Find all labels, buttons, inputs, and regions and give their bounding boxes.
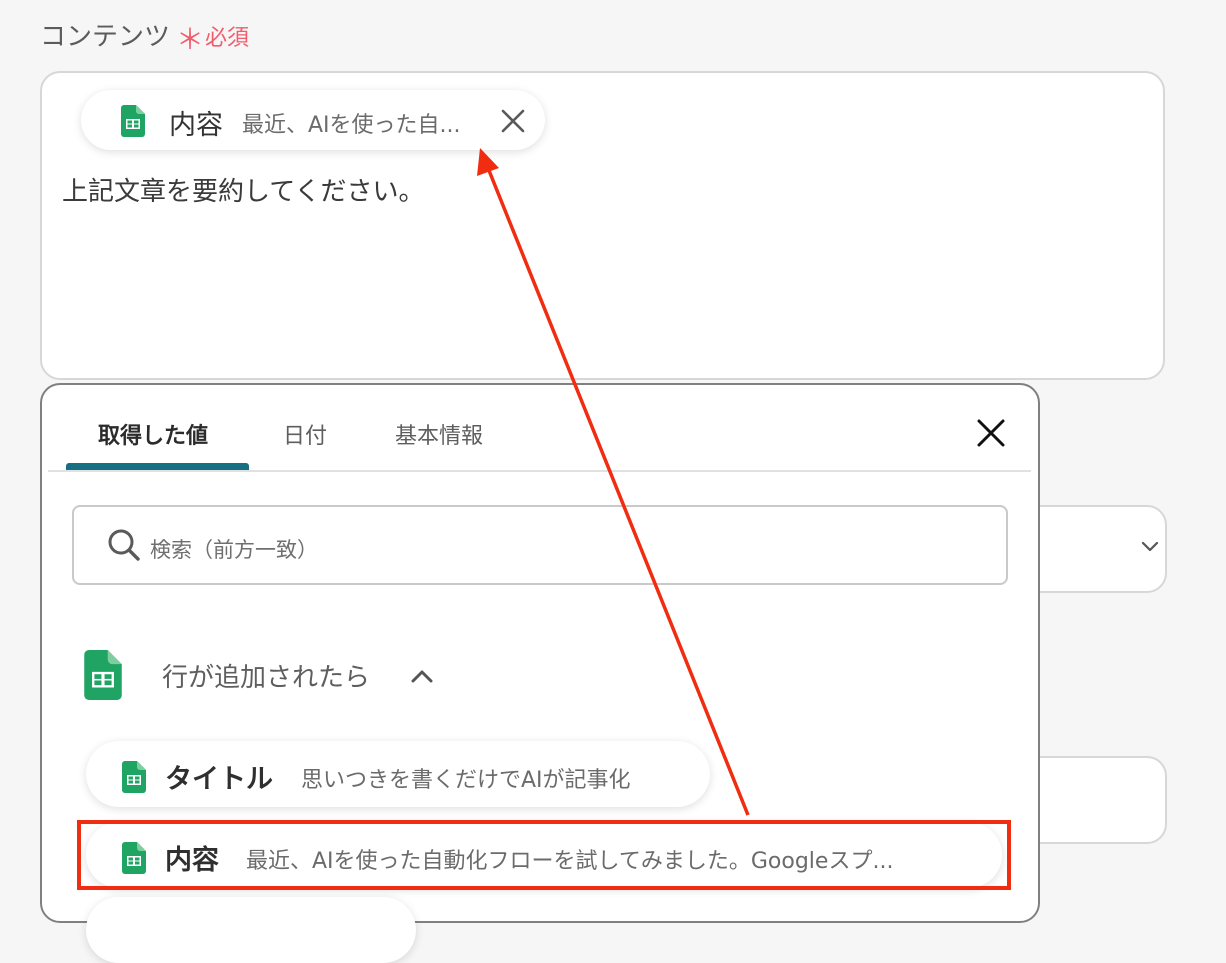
- close-icon[interactable]: [976, 418, 1006, 448]
- required-label: 必須: [205, 26, 250, 51]
- item-name: タイトル: [165, 764, 273, 795]
- tab-basic-info[interactable]: 基本情報: [395, 418, 483, 450]
- search-icon: [108, 529, 140, 561]
- chevron-up-icon[interactable]: [410, 668, 434, 684]
- tab-divider: [48, 470, 1031, 472]
- google-sheets-icon: [121, 105, 145, 137]
- close-icon[interactable]: [499, 107, 527, 135]
- chip-name: 内容: [169, 110, 223, 141]
- chip-value: 最近、AIを使った自...: [242, 113, 461, 138]
- field-label: コンテンツ: [40, 22, 171, 52]
- value-item-title[interactable]: タイトル 思いつきを書くだけでAIが記事化: [86, 741, 710, 807]
- google-sheets-icon: [122, 761, 146, 793]
- tab-date[interactable]: 日付: [283, 418, 327, 450]
- google-sheets-icon: [84, 650, 122, 700]
- chevron-down-icon: [1141, 541, 1159, 552]
- required-star: ＊: [176, 23, 205, 56]
- content-text: 上記文章を要約してください。: [62, 177, 425, 207]
- active-tab-indicator: [66, 463, 249, 470]
- search-placeholder: 検索（前方一致）: [150, 538, 318, 562]
- section-title[interactable]: 行が追加されたら: [162, 657, 370, 694]
- tab-acquired-values[interactable]: 取得した値: [98, 418, 208, 450]
- value-item-next[interactable]: [86, 897, 416, 963]
- item-value: 思いつきを書くだけでAIが記事化: [301, 768, 631, 793]
- inserted-value-chip[interactable]: 内容 最近、AIを使った自...: [81, 90, 545, 150]
- highlight-annotation: [77, 820, 1011, 890]
